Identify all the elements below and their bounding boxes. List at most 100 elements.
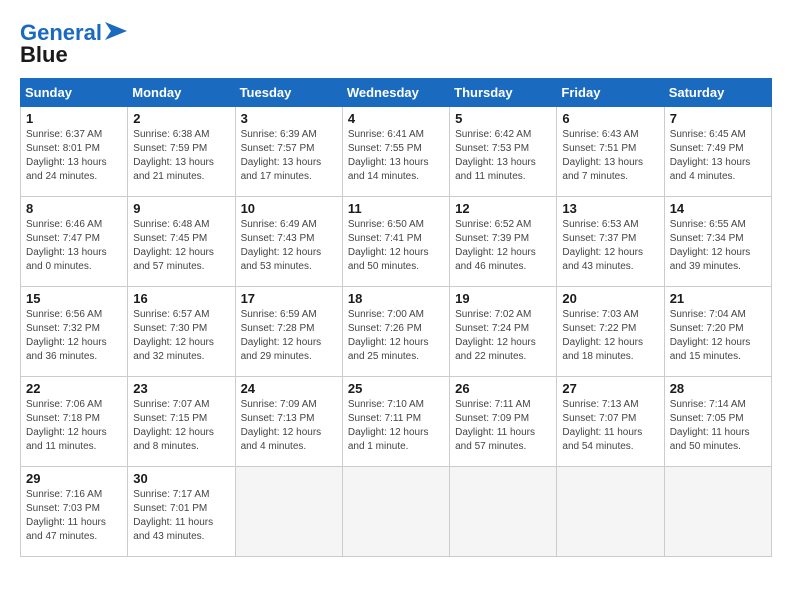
day-info: Sunrise: 6:39 AM Sunset: 7:57 PM Dayligh… [241, 128, 337, 184]
calendar-cell: 29 Sunrise: 7:16 AM Sunset: 7:03 PM Dayli… [21, 467, 128, 557]
calendar-week-3: 15Sunrise: 6:56 AM Sunset: 7:32 PM Dayli… [21, 287, 772, 377]
calendar-cell: 9 Sunrise: 6:48 AM Sunset: 7:45 PM Daylig… [128, 197, 235, 287]
calendar-week-1: 1 Sunrise: 6:37 AM Sunset: 8:01 PM Daylig… [21, 107, 772, 197]
calendar-cell [664, 467, 771, 557]
day-number: 2 [133, 111, 229, 126]
weekday-header-thursday: Thursday [450, 79, 557, 107]
calendar-cell: 5 Sunrise: 6:42 AM Sunset: 7:53 PM Daylig… [450, 107, 557, 197]
calendar-cell: 4Sunrise: 6:41 AM Sunset: 7:55 PM Daylig… [342, 107, 449, 197]
day-number: 25 [348, 381, 444, 396]
calendar: SundayMondayTuesdayWednesdayThursdayFrid… [20, 78, 772, 557]
calendar-cell: 28 Sunrise: 7:14 AM Sunset: 7:05 PM Dayli… [664, 377, 771, 467]
header: General Blue [20, 20, 772, 68]
calendar-cell: 30 Sunrise: 7:17 AM Sunset: 7:01 PM Dayli… [128, 467, 235, 557]
calendar-week-2: 8Sunrise: 6:46 AM Sunset: 7:47 PM Daylig… [21, 197, 772, 287]
logo-arrow-icon [105, 22, 127, 40]
day-info: Sunrise: 6:42 AM Sunset: 7:53 PM Dayligh… [455, 128, 551, 184]
calendar-cell [557, 467, 664, 557]
day-info: Sunrise: 6:38 AM Sunset: 7:59 PM Dayligh… [133, 128, 229, 184]
day-info: Sunrise: 7:00 AM Sunset: 7:26 PM Dayligh… [348, 308, 444, 364]
weekday-header-friday: Friday [557, 79, 664, 107]
calendar-cell: 25 Sunrise: 7:10 AM Sunset: 7:11 PM Dayli… [342, 377, 449, 467]
calendar-cell [342, 467, 449, 557]
day-info: Sunrise: 6:46 AM Sunset: 7:47 PM Dayligh… [26, 218, 122, 274]
calendar-cell: 22 Sunrise: 7:06 AM Sunset: 7:18 PM Dayli… [21, 377, 128, 467]
day-number: 1 [26, 111, 122, 126]
weekday-header-tuesday: Tuesday [235, 79, 342, 107]
day-info: Sunrise: 7:07 AM Sunset: 7:15 PM Dayligh… [133, 398, 229, 454]
weekday-header-monday: Monday [128, 79, 235, 107]
calendar-cell [235, 467, 342, 557]
day-number: 12 [455, 201, 551, 216]
day-number: 21 [670, 291, 766, 306]
calendar-cell: 24Sunrise: 7:09 AM Sunset: 7:13 PM Dayli… [235, 377, 342, 467]
day-info: Sunrise: 7:06 AM Sunset: 7:18 PM Dayligh… [26, 398, 122, 454]
day-number: 23 [133, 381, 229, 396]
day-number: 13 [562, 201, 658, 216]
weekday-header-sunday: Sunday [21, 79, 128, 107]
day-info: Sunrise: 6:57 AM Sunset: 7:30 PM Dayligh… [133, 308, 229, 364]
day-number: 28 [670, 381, 766, 396]
calendar-cell: 20 Sunrise: 7:03 AM Sunset: 7:22 PM Dayli… [557, 287, 664, 377]
calendar-week-4: 22 Sunrise: 7:06 AM Sunset: 7:18 PM Dayli… [21, 377, 772, 467]
calendar-cell: 1 Sunrise: 6:37 AM Sunset: 8:01 PM Daylig… [21, 107, 128, 197]
calendar-cell: 7 Sunrise: 6:45 AM Sunset: 7:49 PM Daylig… [664, 107, 771, 197]
day-number: 9 [133, 201, 229, 216]
calendar-cell: 2 Sunrise: 6:38 AM Sunset: 7:59 PM Daylig… [128, 107, 235, 197]
day-number: 5 [455, 111, 551, 126]
day-number: 27 [562, 381, 658, 396]
day-info: Sunrise: 6:48 AM Sunset: 7:45 PM Dayligh… [133, 218, 229, 274]
day-info: Sunrise: 7:03 AM Sunset: 7:22 PM Dayligh… [562, 308, 658, 364]
day-number: 14 [670, 201, 766, 216]
day-info: Sunrise: 7:09 AM Sunset: 7:13 PM Dayligh… [241, 398, 337, 454]
day-number: 30 [133, 471, 229, 486]
day-number: 17 [241, 291, 337, 306]
day-info: Sunrise: 7:14 AM Sunset: 7:05 PM Dayligh… [670, 398, 766, 454]
day-info: Sunrise: 7:11 AM Sunset: 7:09 PM Dayligh… [455, 398, 551, 454]
calendar-cell: 13 Sunrise: 6:53 AM Sunset: 7:37 PM Dayli… [557, 197, 664, 287]
calendar-cell: 27 Sunrise: 7:13 AM Sunset: 7:07 PM Dayli… [557, 377, 664, 467]
day-number: 22 [26, 381, 122, 396]
day-info: Sunrise: 6:43 AM Sunset: 7:51 PM Dayligh… [562, 128, 658, 184]
day-number: 10 [241, 201, 337, 216]
logo: General Blue [20, 20, 127, 68]
weekday-header-wednesday: Wednesday [342, 79, 449, 107]
day-info: Sunrise: 6:45 AM Sunset: 7:49 PM Dayligh… [670, 128, 766, 184]
day-number: 20 [562, 291, 658, 306]
calendar-cell: 11Sunrise: 6:50 AM Sunset: 7:41 PM Dayli… [342, 197, 449, 287]
day-info: Sunrise: 6:53 AM Sunset: 7:37 PM Dayligh… [562, 218, 658, 274]
calendar-cell: 3 Sunrise: 6:39 AM Sunset: 7:57 PM Daylig… [235, 107, 342, 197]
day-info: Sunrise: 7:16 AM Sunset: 7:03 PM Dayligh… [26, 488, 122, 544]
weekday-header-row: SundayMondayTuesdayWednesdayThursdayFrid… [21, 79, 772, 107]
day-info: Sunrise: 6:59 AM Sunset: 7:28 PM Dayligh… [241, 308, 337, 364]
calendar-cell [450, 467, 557, 557]
day-number: 18 [348, 291, 444, 306]
calendar-cell: 12 Sunrise: 6:52 AM Sunset: 7:39 PM Dayli… [450, 197, 557, 287]
day-number: 11 [348, 201, 444, 216]
day-number: 4 [348, 111, 444, 126]
calendar-cell: 8Sunrise: 6:46 AM Sunset: 7:47 PM Daylig… [21, 197, 128, 287]
day-number: 6 [562, 111, 658, 126]
day-info: Sunrise: 7:02 AM Sunset: 7:24 PM Dayligh… [455, 308, 551, 364]
calendar-cell: 16 Sunrise: 6:57 AM Sunset: 7:30 PM Dayli… [128, 287, 235, 377]
day-number: 3 [241, 111, 337, 126]
day-info: Sunrise: 6:37 AM Sunset: 8:01 PM Dayligh… [26, 128, 122, 184]
day-info: Sunrise: 6:52 AM Sunset: 7:39 PM Dayligh… [455, 218, 551, 274]
day-info: Sunrise: 7:13 AM Sunset: 7:07 PM Dayligh… [562, 398, 658, 454]
weekday-header-saturday: Saturday [664, 79, 771, 107]
day-info: Sunrise: 7:17 AM Sunset: 7:01 PM Dayligh… [133, 488, 229, 544]
day-number: 29 [26, 471, 122, 486]
day-info: Sunrise: 6:49 AM Sunset: 7:43 PM Dayligh… [241, 218, 337, 274]
day-number: 7 [670, 111, 766, 126]
day-number: 26 [455, 381, 551, 396]
logo-blue: Blue [20, 42, 68, 68]
calendar-week-5: 29 Sunrise: 7:16 AM Sunset: 7:03 PM Dayli… [21, 467, 772, 557]
day-number: 19 [455, 291, 551, 306]
calendar-cell: 21 Sunrise: 7:04 AM Sunset: 7:20 PM Dayli… [664, 287, 771, 377]
day-number: 16 [133, 291, 229, 306]
day-info: Sunrise: 7:10 AM Sunset: 7:11 PM Dayligh… [348, 398, 444, 454]
calendar-cell: 23 Sunrise: 7:07 AM Sunset: 7:15 PM Dayli… [128, 377, 235, 467]
calendar-cell: 14Sunrise: 6:55 AM Sunset: 7:34 PM Dayli… [664, 197, 771, 287]
day-info: Sunrise: 7:04 AM Sunset: 7:20 PM Dayligh… [670, 308, 766, 364]
calendar-cell: 26 Sunrise: 7:11 AM Sunset: 7:09 PM Dayli… [450, 377, 557, 467]
